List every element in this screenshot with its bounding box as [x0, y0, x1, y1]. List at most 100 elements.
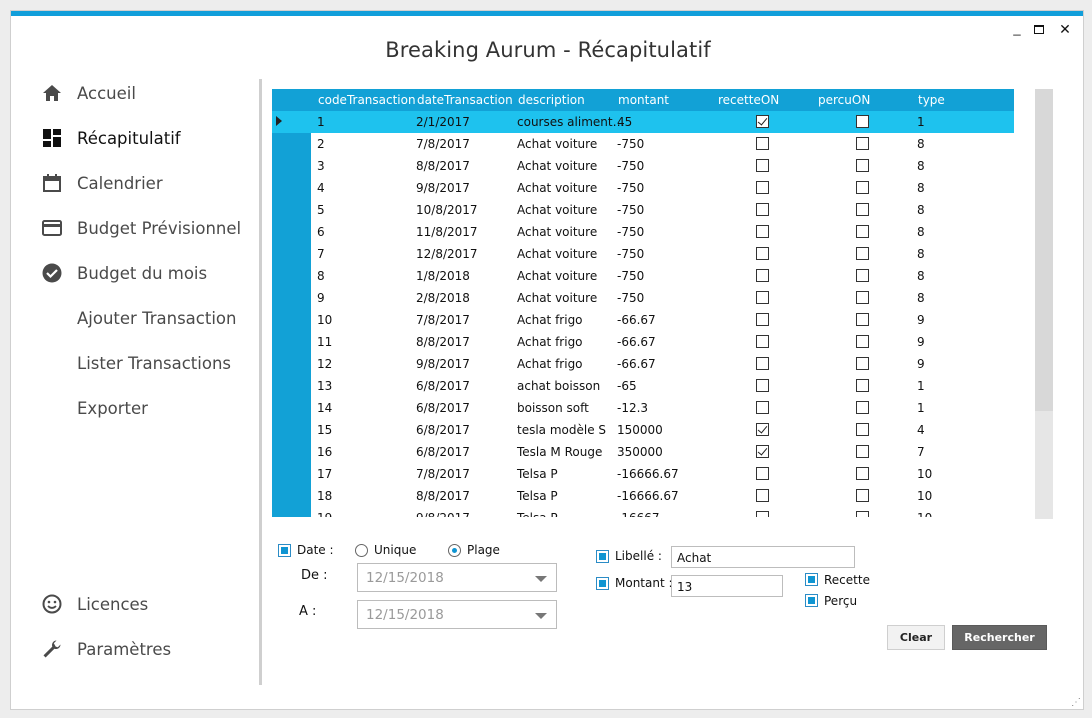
cell-code[interactable]: 5 — [317, 203, 325, 217]
cell-code[interactable]: 16 — [317, 445, 332, 459]
de-date-picker[interactable]: 12/15/2018 — [357, 563, 557, 592]
cell-montant[interactable]: -750 — [617, 247, 644, 261]
nav-item-licences[interactable]: Licences — [41, 590, 148, 618]
nav-item-calendrier[interactable]: Calendrier — [41, 169, 163, 197]
cell-code[interactable]: 6 — [317, 225, 325, 239]
recette-cell-checkbox[interactable] — [756, 203, 769, 216]
cell-type[interactable]: 9 — [917, 335, 925, 349]
cell-montant[interactable]: -750 — [617, 225, 644, 239]
table-row[interactable]: 12 9/8/2017 Achat frigo -66.67 9 — [272, 353, 1014, 375]
cell-date[interactable]: 7/8/2017 — [416, 313, 470, 327]
cell-montant[interactable]: -12.3 — [617, 401, 648, 415]
cell-montant[interactable]: -750 — [617, 137, 644, 151]
cell-code[interactable]: 9 — [317, 291, 325, 305]
cell-description[interactable]: Achat voiture — [517, 137, 597, 151]
cell-type[interactable]: 10 — [917, 467, 932, 481]
cell-montant[interactable]: -750 — [617, 181, 644, 195]
transactions-grid[interactable]: codeTransaction dateTransaction descript… — [272, 89, 1014, 517]
cell-montant[interactable]: 150000 — [617, 423, 663, 437]
percu-cell-checkbox[interactable] — [856, 511, 869, 517]
recette-cell-checkbox[interactable] — [756, 357, 769, 370]
cell-description[interactable]: Telsa P — [517, 489, 558, 503]
cell-type[interactable]: 4 — [917, 423, 925, 437]
table-row[interactable]: 6 11/8/2017 Achat voiture -750 8 — [272, 221, 1014, 243]
nav-item-recapitulatif[interactable]: Récapitulatif — [41, 124, 181, 152]
cell-type[interactable]: 1 — [917, 401, 925, 415]
nav-item-ajouter-transaction[interactable]: Ajouter Transaction — [77, 304, 236, 332]
cell-type[interactable]: 10 — [917, 511, 932, 517]
table-row[interactable]: 16 6/8/2017 Tesla M Rouge 350000 7 — [272, 441, 1014, 463]
cell-code[interactable]: 13 — [317, 379, 332, 393]
cell-type[interactable]: 8 — [917, 291, 925, 305]
cell-description[interactable]: courses aliment… — [517, 115, 625, 129]
recette-cell-checkbox[interactable] — [756, 335, 769, 348]
cell-date[interactable]: 6/8/2017 — [416, 445, 470, 459]
percu-cell-checkbox[interactable] — [856, 489, 869, 502]
cell-montant[interactable]: -750 — [617, 269, 644, 283]
cell-type[interactable]: 9 — [917, 357, 925, 371]
cell-type[interactable]: 1 — [917, 379, 925, 393]
cell-date[interactable]: 7/8/2017 — [416, 467, 470, 481]
column-header-recetteon[interactable]: recetteON — [718, 93, 779, 107]
cell-type[interactable]: 9 — [917, 313, 925, 327]
table-row[interactable]: 15 6/8/2017 tesla modèle S 150000 4 — [272, 419, 1014, 441]
cell-date[interactable]: 9/8/2017 — [416, 181, 470, 195]
table-row[interactable]: 19 9/8/2017 Telsa P -16667 10 — [272, 507, 1014, 517]
cell-type[interactable]: 8 — [917, 181, 925, 195]
nav-item-lister-transactions[interactable]: Lister Transactions — [77, 349, 231, 377]
cell-description[interactable]: Achat voiture — [517, 291, 597, 305]
table-row[interactable]: 14 6/8/2017 boisson soft -12.3 1 — [272, 397, 1014, 419]
cell-montant[interactable]: -66.67 — [617, 357, 656, 371]
recette-cell-checkbox[interactable] — [756, 115, 769, 128]
cell-date[interactable]: 7/8/2017 — [416, 137, 470, 151]
cell-description[interactable]: tesla modèle S — [517, 423, 606, 437]
cell-description[interactable]: Achat voiture — [517, 269, 597, 283]
percu-cell-checkbox[interactable] — [856, 357, 869, 370]
cell-date[interactable]: 2/8/2018 — [416, 291, 470, 305]
cell-date[interactable]: 6/8/2017 — [416, 423, 470, 437]
column-header-description[interactable]: description — [518, 93, 585, 107]
table-row[interactable]: 18 8/8/2017 Telsa P -16666.67 10 — [272, 485, 1014, 507]
cell-description[interactable]: Achat voiture — [517, 225, 597, 239]
cell-code[interactable]: 19 — [317, 511, 332, 517]
cell-code[interactable]: 17 — [317, 467, 332, 481]
cell-date[interactable]: 2/1/2017 — [416, 115, 470, 129]
table-row[interactable]: 3 8/8/2017 Achat voiture -750 8 — [272, 155, 1014, 177]
recette-cell-checkbox[interactable] — [756, 467, 769, 480]
cell-type[interactable]: 8 — [917, 225, 925, 239]
percu-cell-checkbox[interactable] — [856, 137, 869, 150]
cell-description[interactable]: Achat voiture — [517, 159, 597, 173]
recette-cell-checkbox[interactable] — [756, 159, 769, 172]
cell-code[interactable]: 10 — [317, 313, 332, 327]
column-header-codetransaction[interactable]: codeTransaction — [318, 93, 416, 107]
chevron-down-icon[interactable] — [535, 576, 547, 582]
cell-description[interactable]: Telsa P — [517, 467, 558, 481]
cell-type[interactable]: 8 — [917, 203, 925, 217]
cell-code[interactable]: 7 — [317, 247, 325, 261]
table-row[interactable]: 8 1/8/2018 Achat voiture -750 8 — [272, 265, 1014, 287]
percu-cell-checkbox[interactable] — [856, 335, 869, 348]
recette-cell-checkbox[interactable] — [756, 489, 769, 502]
recette-cell-checkbox[interactable] — [756, 181, 769, 194]
cell-date[interactable]: 9/8/2017 — [416, 511, 470, 517]
cell-code[interactable]: 12 — [317, 357, 332, 371]
cell-montant[interactable]: -750 — [617, 159, 644, 173]
recette-checkbox[interactable] — [805, 573, 818, 586]
cell-description[interactable]: Achat frigo — [517, 335, 583, 349]
resize-grip-icon[interactable]: ⋰ — [1071, 697, 1081, 708]
cell-date[interactable]: 6/8/2017 — [416, 401, 470, 415]
cell-date[interactable]: 12/8/2017 — [416, 247, 478, 261]
cell-code[interactable]: 1 — [317, 115, 325, 129]
nav-item-budget-previsionnel[interactable]: Budget Prévisionnel — [41, 214, 241, 242]
montant-input[interactable]: 13 — [671, 575, 783, 597]
cell-type[interactable]: 7 — [917, 445, 925, 459]
percu-cell-checkbox[interactable] — [856, 115, 869, 128]
libelle-filter-checkbox[interactable] — [596, 550, 609, 563]
cell-montant[interactable]: -16666.67 — [617, 467, 679, 481]
column-header-type[interactable]: type — [918, 93, 945, 107]
percu-cell-checkbox[interactable] — [856, 313, 869, 326]
cell-date[interactable]: 1/8/2018 — [416, 269, 470, 283]
date-filter-checkbox[interactable] — [278, 544, 291, 557]
nav-item-exporter[interactable]: Exporter — [77, 394, 148, 422]
libelle-input[interactable]: Achat — [671, 546, 855, 568]
